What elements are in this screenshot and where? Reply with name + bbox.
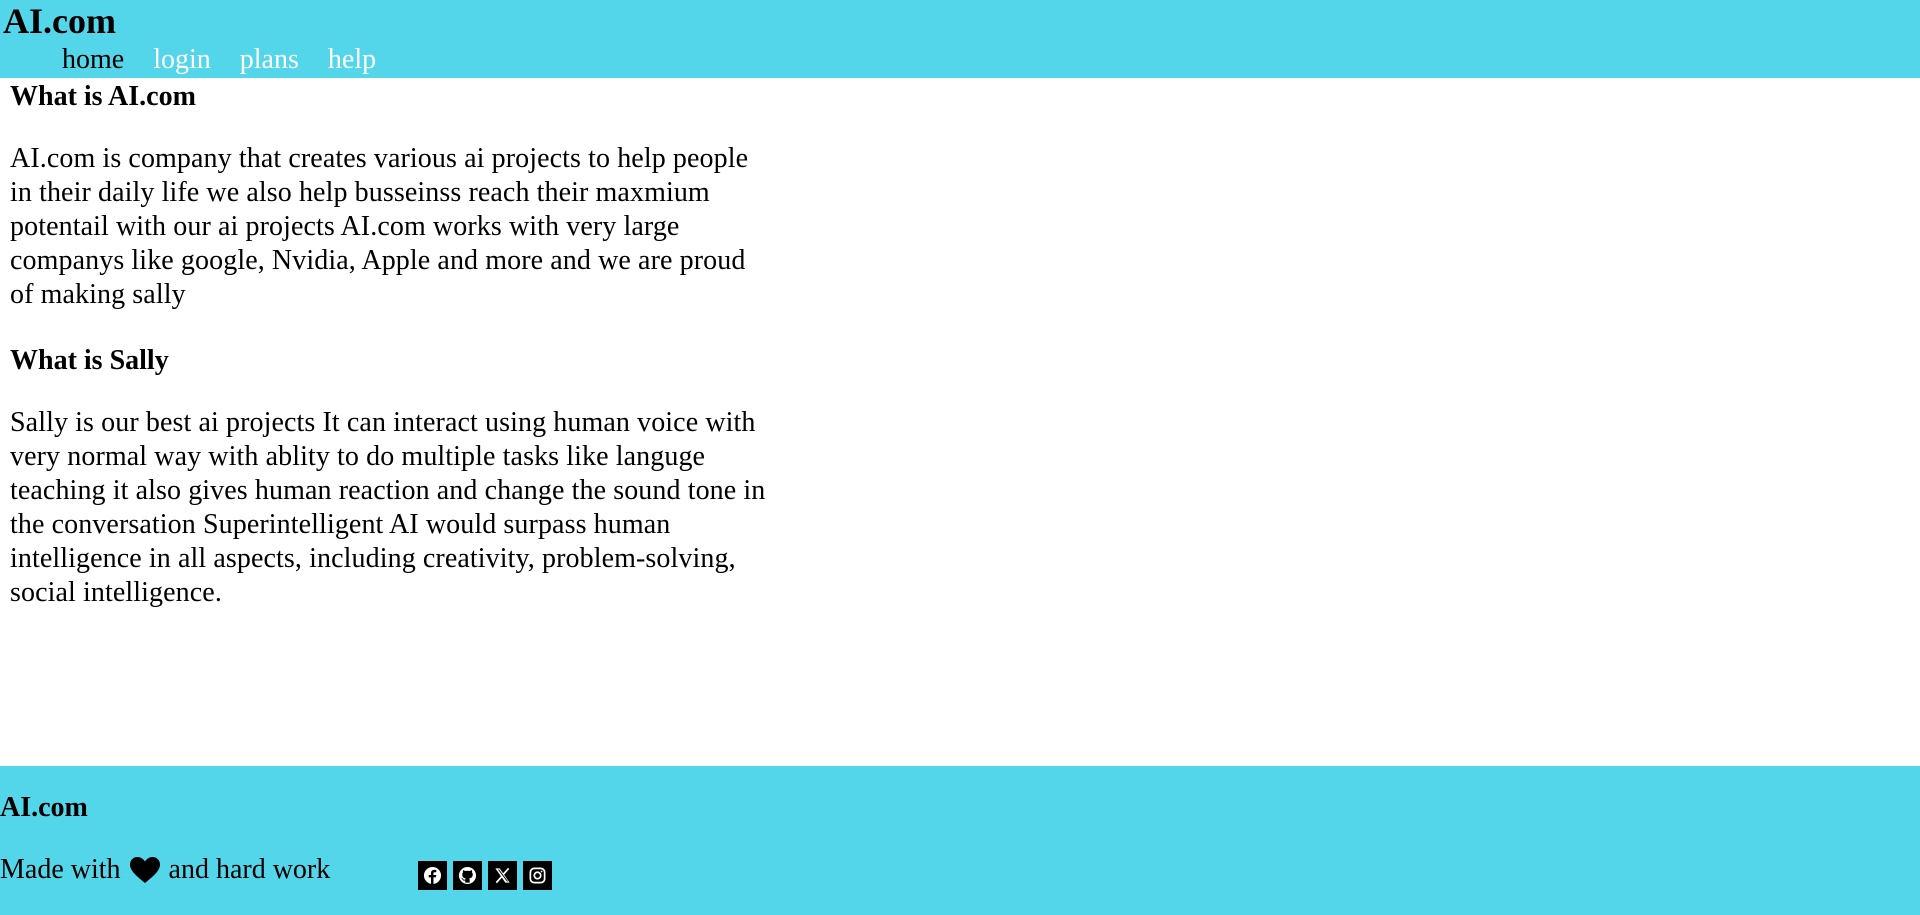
section-text-what-is-aicom: AI.com is company that creates various a… xyxy=(10,143,749,310)
made-with-text: Made with and hard work xyxy=(0,853,330,887)
x-link[interactable] xyxy=(488,861,517,890)
main-nav: home login plans help xyxy=(62,43,405,77)
social-links xyxy=(418,861,552,890)
section-title-what-is-sally: What is Sally xyxy=(10,345,169,376)
made-with-prefix: Made with xyxy=(0,854,121,885)
nav-home[interactable]: home xyxy=(62,43,124,77)
made-with-suffix: and hard work xyxy=(168,854,331,885)
footer-brand: AI.com xyxy=(0,792,88,823)
section-text-what-is-sally: Sally is our best ai projects It can int… xyxy=(10,407,766,608)
facebook-link[interactable] xyxy=(418,861,447,890)
instagram-link[interactable] xyxy=(523,861,552,890)
nav-help[interactable]: help xyxy=(328,43,376,77)
x-icon xyxy=(495,867,510,884)
facebook-icon xyxy=(423,866,442,885)
nav-login[interactable]: login xyxy=(153,43,211,77)
site-logo[interactable]: AI.com xyxy=(3,0,116,42)
github-link[interactable] xyxy=(453,861,482,890)
instagram-icon xyxy=(529,867,546,884)
section-title-what-is-aicom: What is AI.com xyxy=(10,81,196,112)
site-header: AI.com home login plans help xyxy=(0,0,1920,78)
github-icon xyxy=(458,866,477,885)
site-footer: AI.com Made with and hard work xyxy=(0,766,1920,915)
nav-plans[interactable]: plans xyxy=(240,43,299,77)
heart-icon xyxy=(129,856,161,884)
